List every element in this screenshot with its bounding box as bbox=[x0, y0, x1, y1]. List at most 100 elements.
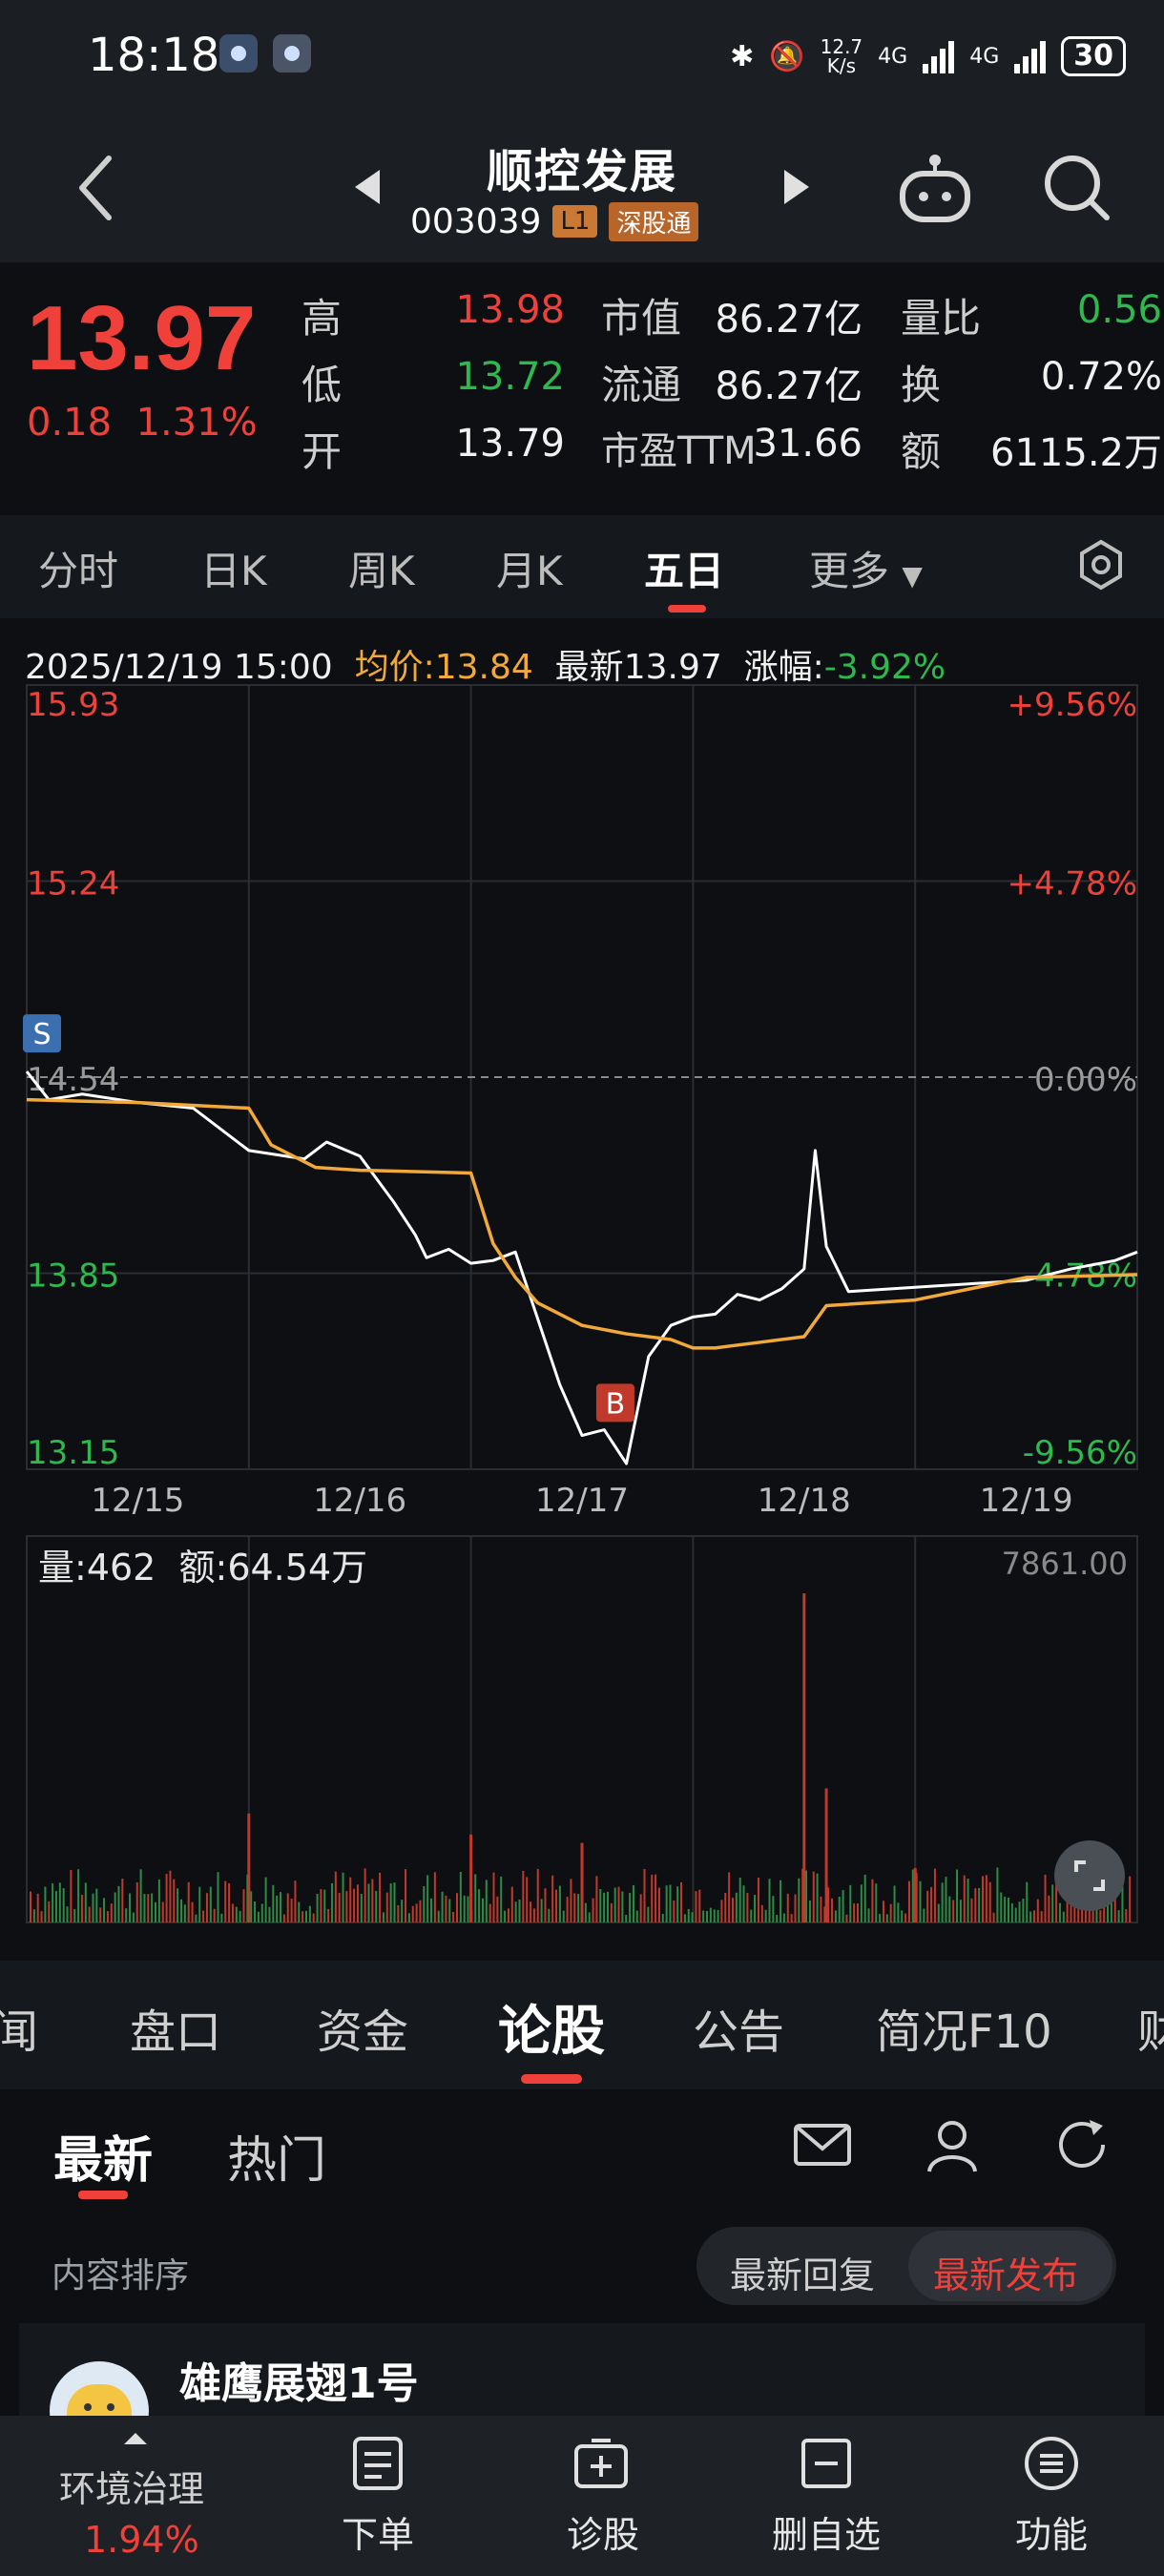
sort-latest-publish[interactable]: 最新发布 bbox=[933, 2246, 1078, 2298]
network-type: 4G bbox=[969, 44, 1000, 69]
tab-more[interactable]: 更多 ▼ bbox=[809, 539, 923, 597]
avg-price-line bbox=[26, 1097, 1138, 1350]
tab-forum[interactable]: 论股 bbox=[498, 1988, 605, 2066]
float-value: 86.27亿 bbox=[715, 364, 863, 408]
status-indicators: ✱ 🔕 12.7 K/s 4G 4G 30 bbox=[730, 32, 1126, 80]
x-tick-label: 12/18 bbox=[758, 1482, 851, 1520]
active-tab-indicator bbox=[668, 605, 706, 613]
battery-icon: 30 bbox=[1061, 36, 1126, 76]
dropdown-icon: ▼ bbox=[902, 560, 923, 592]
turnover-value: 0.72% bbox=[1040, 355, 1162, 399]
chart-canvas: 15.93 +9.56%15.24 +4.78%14.54 0.00%13.85 -4.… bbox=[23, 684, 1138, 1923]
volume-max-label: 7861.00 bbox=[1002, 1546, 1128, 1582]
open-label: 开 bbox=[301, 428, 343, 475]
forum-tab-latest[interactable]: 最新 bbox=[53, 2120, 153, 2192]
stock-code-row: 003039 L1 深股通 bbox=[410, 200, 699, 242]
current-price: 13.97 bbox=[27, 287, 257, 389]
bluetooth-icon: ✱ bbox=[730, 39, 755, 73]
sector-index-name[interactable]: 环境治理 bbox=[59, 2460, 204, 2512]
mcap-value: 86.27亿 bbox=[715, 298, 863, 342]
tab-profile-f10[interactable]: 简况F10 bbox=[876, 1994, 1052, 2061]
high-value: 13.98 bbox=[455, 288, 565, 332]
mcap-label: 市值 bbox=[601, 295, 682, 342]
tab-finance[interactable]: 财 bbox=[1137, 1994, 1164, 2061]
tab-daily-k[interactable]: 日K bbox=[200, 539, 267, 597]
tab-intraday[interactable]: 分时 bbox=[38, 539, 118, 597]
y-tick-label-left: 15.24 bbox=[27, 865, 119, 904]
y-tick-label-right: +4.78% bbox=[1008, 865, 1138, 904]
tab-announcements[interactable]: 公告 bbox=[693, 1994, 784, 2061]
active-section-indicator bbox=[521, 2074, 582, 2084]
fullscreen-icon[interactable] bbox=[1053, 1839, 1126, 1912]
order-button[interactable]: 下单 bbox=[301, 2505, 454, 2558]
diagnose-icon[interactable] bbox=[572, 2435, 630, 2492]
forum-tab-hot[interactable]: 热门 bbox=[227, 2120, 326, 2192]
y-tick-label-right: +9.56% bbox=[1008, 686, 1138, 724]
open-value: 13.79 bbox=[455, 422, 565, 466]
y-tick-label-left: 13.15 bbox=[27, 1434, 119, 1472]
mail-icon[interactable] bbox=[792, 2114, 853, 2175]
diagnose-button[interactable]: 诊股 bbox=[527, 2505, 679, 2558]
stock-code: 003039 bbox=[410, 201, 542, 241]
high-label: 高 bbox=[301, 295, 343, 342]
low-label: 低 bbox=[301, 362, 343, 408]
volume-readout: 量:462 额:64.54万 bbox=[38, 1547, 368, 1589]
stock-name: 顺控发展 bbox=[486, 145, 677, 198]
y-tick-label-right: 0.00% bbox=[1034, 1061, 1137, 1099]
refresh-icon[interactable] bbox=[1051, 2114, 1112, 2175]
connect-tag: 深股通 bbox=[609, 201, 699, 241]
tab-order-book[interactable]: 盘口 bbox=[130, 1994, 221, 2061]
x-tick-label: 12/16 bbox=[313, 1482, 406, 1520]
functions-icon[interactable] bbox=[1023, 2435, 1080, 2492]
user-icon[interactable] bbox=[922, 2114, 983, 2175]
tab-news[interactable]: 闻 bbox=[0, 1994, 38, 2061]
signal-icon bbox=[923, 39, 955, 73]
volume-ratio-value: 0.56 bbox=[1076, 288, 1162, 332]
y-tick-label-right: -9.56% bbox=[1023, 1434, 1137, 1472]
sort-latest-reply[interactable]: 最新回复 bbox=[730, 2246, 875, 2298]
amount-value: 6115.2万 bbox=[990, 431, 1162, 475]
x-tick-label: 12/15 bbox=[91, 1482, 184, 1520]
order-icon[interactable] bbox=[349, 2435, 406, 2492]
tab-monthly-k[interactable]: 月K bbox=[496, 539, 563, 597]
pe-value: 31.66 bbox=[753, 422, 863, 466]
app-notification-icon bbox=[219, 34, 258, 73]
net-speed: 12.7 K/s bbox=[820, 35, 863, 77]
period-tabs bbox=[0, 515, 1164, 618]
turnover-label: 换 bbox=[901, 362, 942, 408]
y-tick-label-left: 15.93 bbox=[27, 686, 119, 724]
forum-tab-indicator bbox=[78, 2191, 128, 2199]
price-line bbox=[25, 1070, 1138, 1465]
search-icon[interactable] bbox=[1042, 153, 1112, 223]
robot-assistant-icon[interactable] bbox=[897, 153, 973, 225]
status-time: 18:18 bbox=[88, 29, 220, 82]
x-tick-label: 12/19 bbox=[980, 1482, 1073, 1520]
post-username[interactable]: 雄鹰展翅1号 bbox=[179, 2349, 419, 2410]
settings-icon[interactable] bbox=[1074, 538, 1128, 592]
tab-five-day[interactable]: 五日 bbox=[644, 539, 724, 597]
remove-watchlist-button[interactable]: 删自选 bbox=[750, 2505, 903, 2558]
y-tick-label-left: 14.54 bbox=[27, 1061, 119, 1099]
buy-marker-label: B bbox=[606, 1387, 626, 1421]
sell-marker-label: S bbox=[32, 1018, 51, 1051]
next-stock-icon[interactable] bbox=[780, 168, 813, 206]
float-label: 流通 bbox=[601, 362, 682, 408]
y-tick-label-left: 13.85 bbox=[27, 1257, 119, 1296]
network-type: 4G bbox=[878, 44, 908, 69]
sector-index-change: 1.94% bbox=[84, 2519, 199, 2561]
app-notification-icon bbox=[273, 34, 311, 73]
functions-button[interactable]: 功能 bbox=[975, 2505, 1128, 2558]
sort-label: 内容排序 bbox=[52, 2256, 190, 2296]
mute-icon: 🔕 bbox=[769, 39, 805, 73]
low-value: 13.72 bbox=[455, 355, 565, 399]
amount-label: 额 bbox=[901, 428, 942, 475]
tab-funds[interactable]: 资金 bbox=[317, 1994, 408, 2061]
signal-icon bbox=[1014, 39, 1047, 73]
x-tick-label: 12/17 bbox=[535, 1482, 629, 1520]
remove-watchlist-icon[interactable] bbox=[798, 2435, 855, 2492]
volume-ratio-label: 量比 bbox=[901, 295, 982, 342]
tab-weekly-k[interactable]: 周K bbox=[348, 539, 415, 597]
level-tag: L1 bbox=[552, 205, 598, 238]
price-change: 0.18 1.31% bbox=[27, 401, 258, 445]
caret-up-icon bbox=[124, 2433, 147, 2444]
